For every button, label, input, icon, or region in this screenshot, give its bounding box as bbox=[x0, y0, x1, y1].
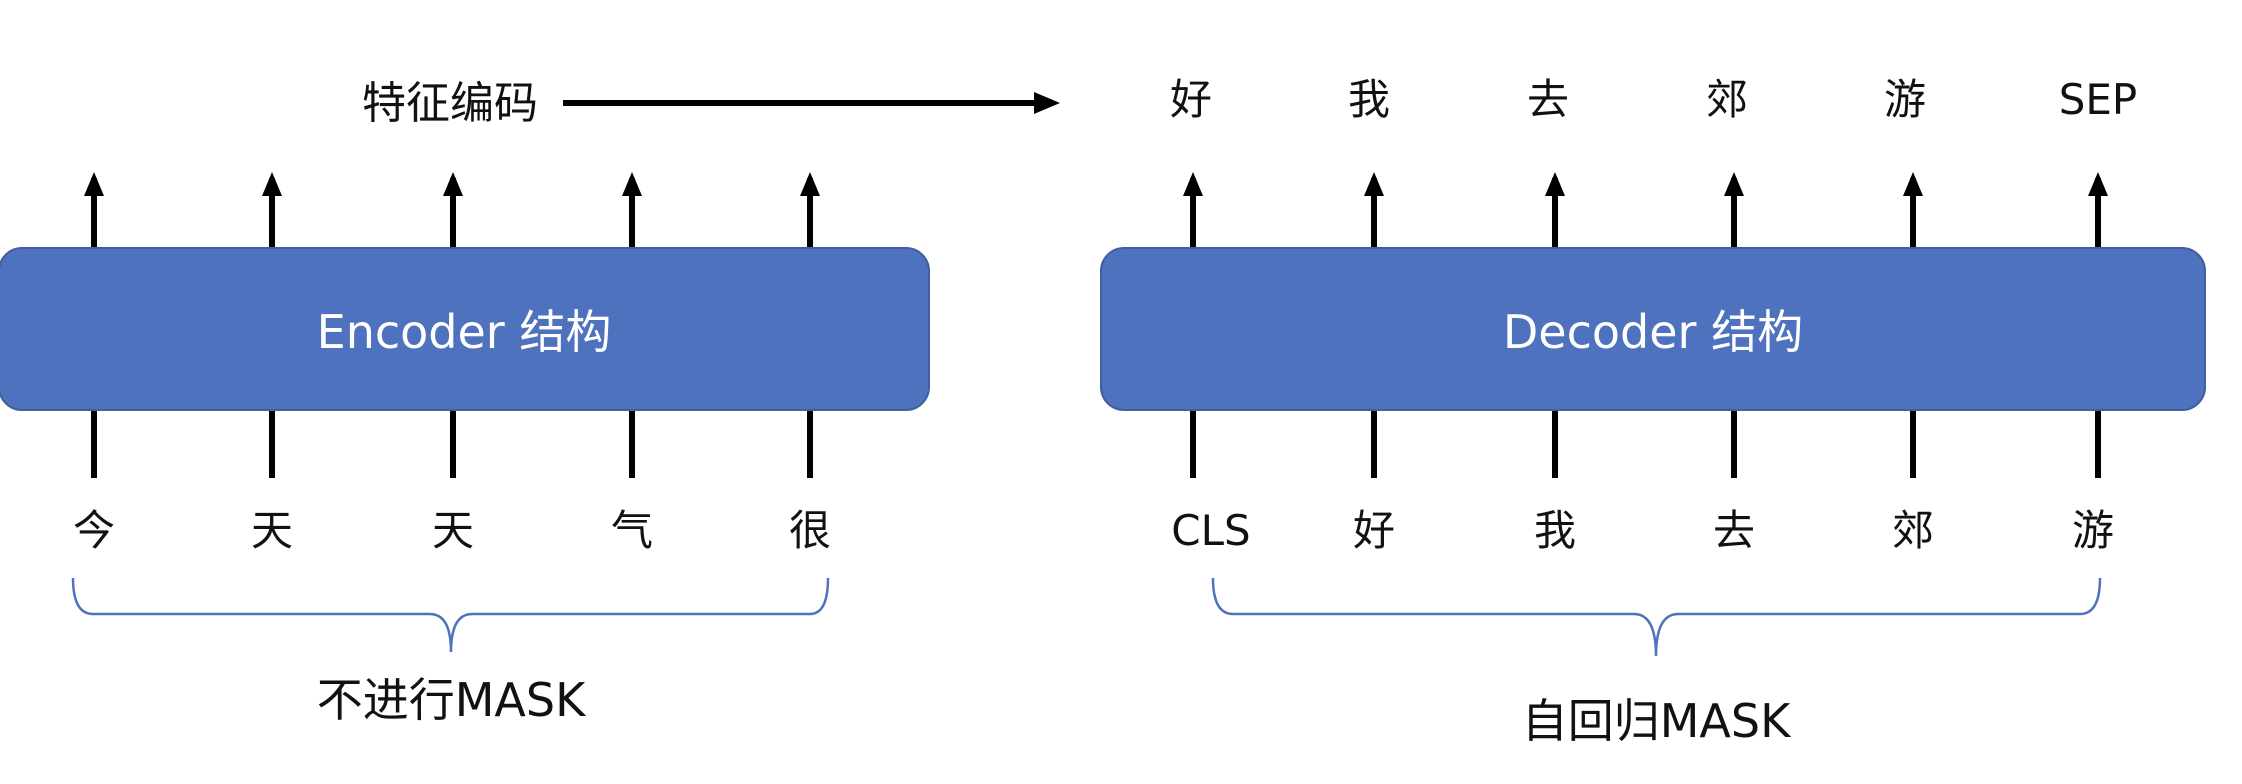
decoder-input-token: 好 bbox=[1352, 506, 1395, 555]
decoder-arrowhead bbox=[2088, 172, 2108, 196]
decoder-output-token: 郊 bbox=[1705, 75, 1748, 124]
decoder-output-token: SEP bbox=[2058, 75, 2138, 124]
encoder-arrowhead bbox=[262, 172, 282, 196]
encoder-mask-caption: 不进行MASK bbox=[316, 673, 586, 727]
feature-arrowhead bbox=[1034, 92, 1060, 114]
decoder-box: Decoder 结构 bbox=[1100, 247, 2206, 411]
decoder-arrowhead bbox=[1364, 172, 1384, 196]
decoder-arrowhead bbox=[1724, 172, 1744, 196]
encoder-arrowhead bbox=[84, 172, 104, 196]
feature-arrow bbox=[563, 92, 1060, 114]
decoder-label: Decoder 结构 bbox=[1502, 305, 1804, 359]
encoder-bracket bbox=[71, 577, 830, 653]
decoder-mask-caption: 自回归MASK bbox=[1521, 694, 1791, 748]
decoder-input-token: CLS bbox=[1171, 506, 1251, 555]
encoder-box: Encoder 结构 bbox=[0, 247, 930, 411]
encoder-arrowhead bbox=[622, 172, 642, 196]
decoder-input-token: 郊 bbox=[1891, 506, 1934, 555]
encoder-arrowhead bbox=[443, 172, 463, 196]
decoder-arrowhead bbox=[1545, 172, 1565, 196]
encoder-output-arrows bbox=[84, 172, 820, 248]
encoder-input-token: 天 bbox=[431, 506, 474, 555]
decoder-input-token: 游 bbox=[2071, 506, 2114, 555]
decoder-input-token: 我 bbox=[1533, 506, 1576, 555]
decoder-arrowhead bbox=[1183, 172, 1203, 196]
decoder-arrowhead bbox=[1903, 172, 1923, 196]
decoder-output-token: 我 bbox=[1347, 75, 1390, 124]
decoder-output-token: 去 bbox=[1526, 75, 1569, 124]
encoder-input-token: 今 bbox=[72, 506, 115, 555]
encoder-arrowhead bbox=[800, 172, 820, 196]
encoder-input-token: 天 bbox=[250, 506, 293, 555]
decoder-output-arrows bbox=[1183, 172, 2108, 248]
feature-label: 特征编码 bbox=[362, 78, 538, 129]
encoder-input-token: 气 bbox=[610, 506, 653, 555]
decoder-output-token: 游 bbox=[1883, 75, 1926, 124]
encoder-label: Encoder 结构 bbox=[316, 305, 612, 359]
decoder-input-lines bbox=[1190, 410, 2101, 478]
decoder-input-token: 去 bbox=[1712, 506, 1755, 555]
encoder-input-token: 很 bbox=[788, 506, 831, 555]
decoder-bracket bbox=[1211, 577, 2102, 657]
encoder-input-lines bbox=[91, 410, 813, 478]
decoder-output-token: 好 bbox=[1169, 75, 1212, 124]
